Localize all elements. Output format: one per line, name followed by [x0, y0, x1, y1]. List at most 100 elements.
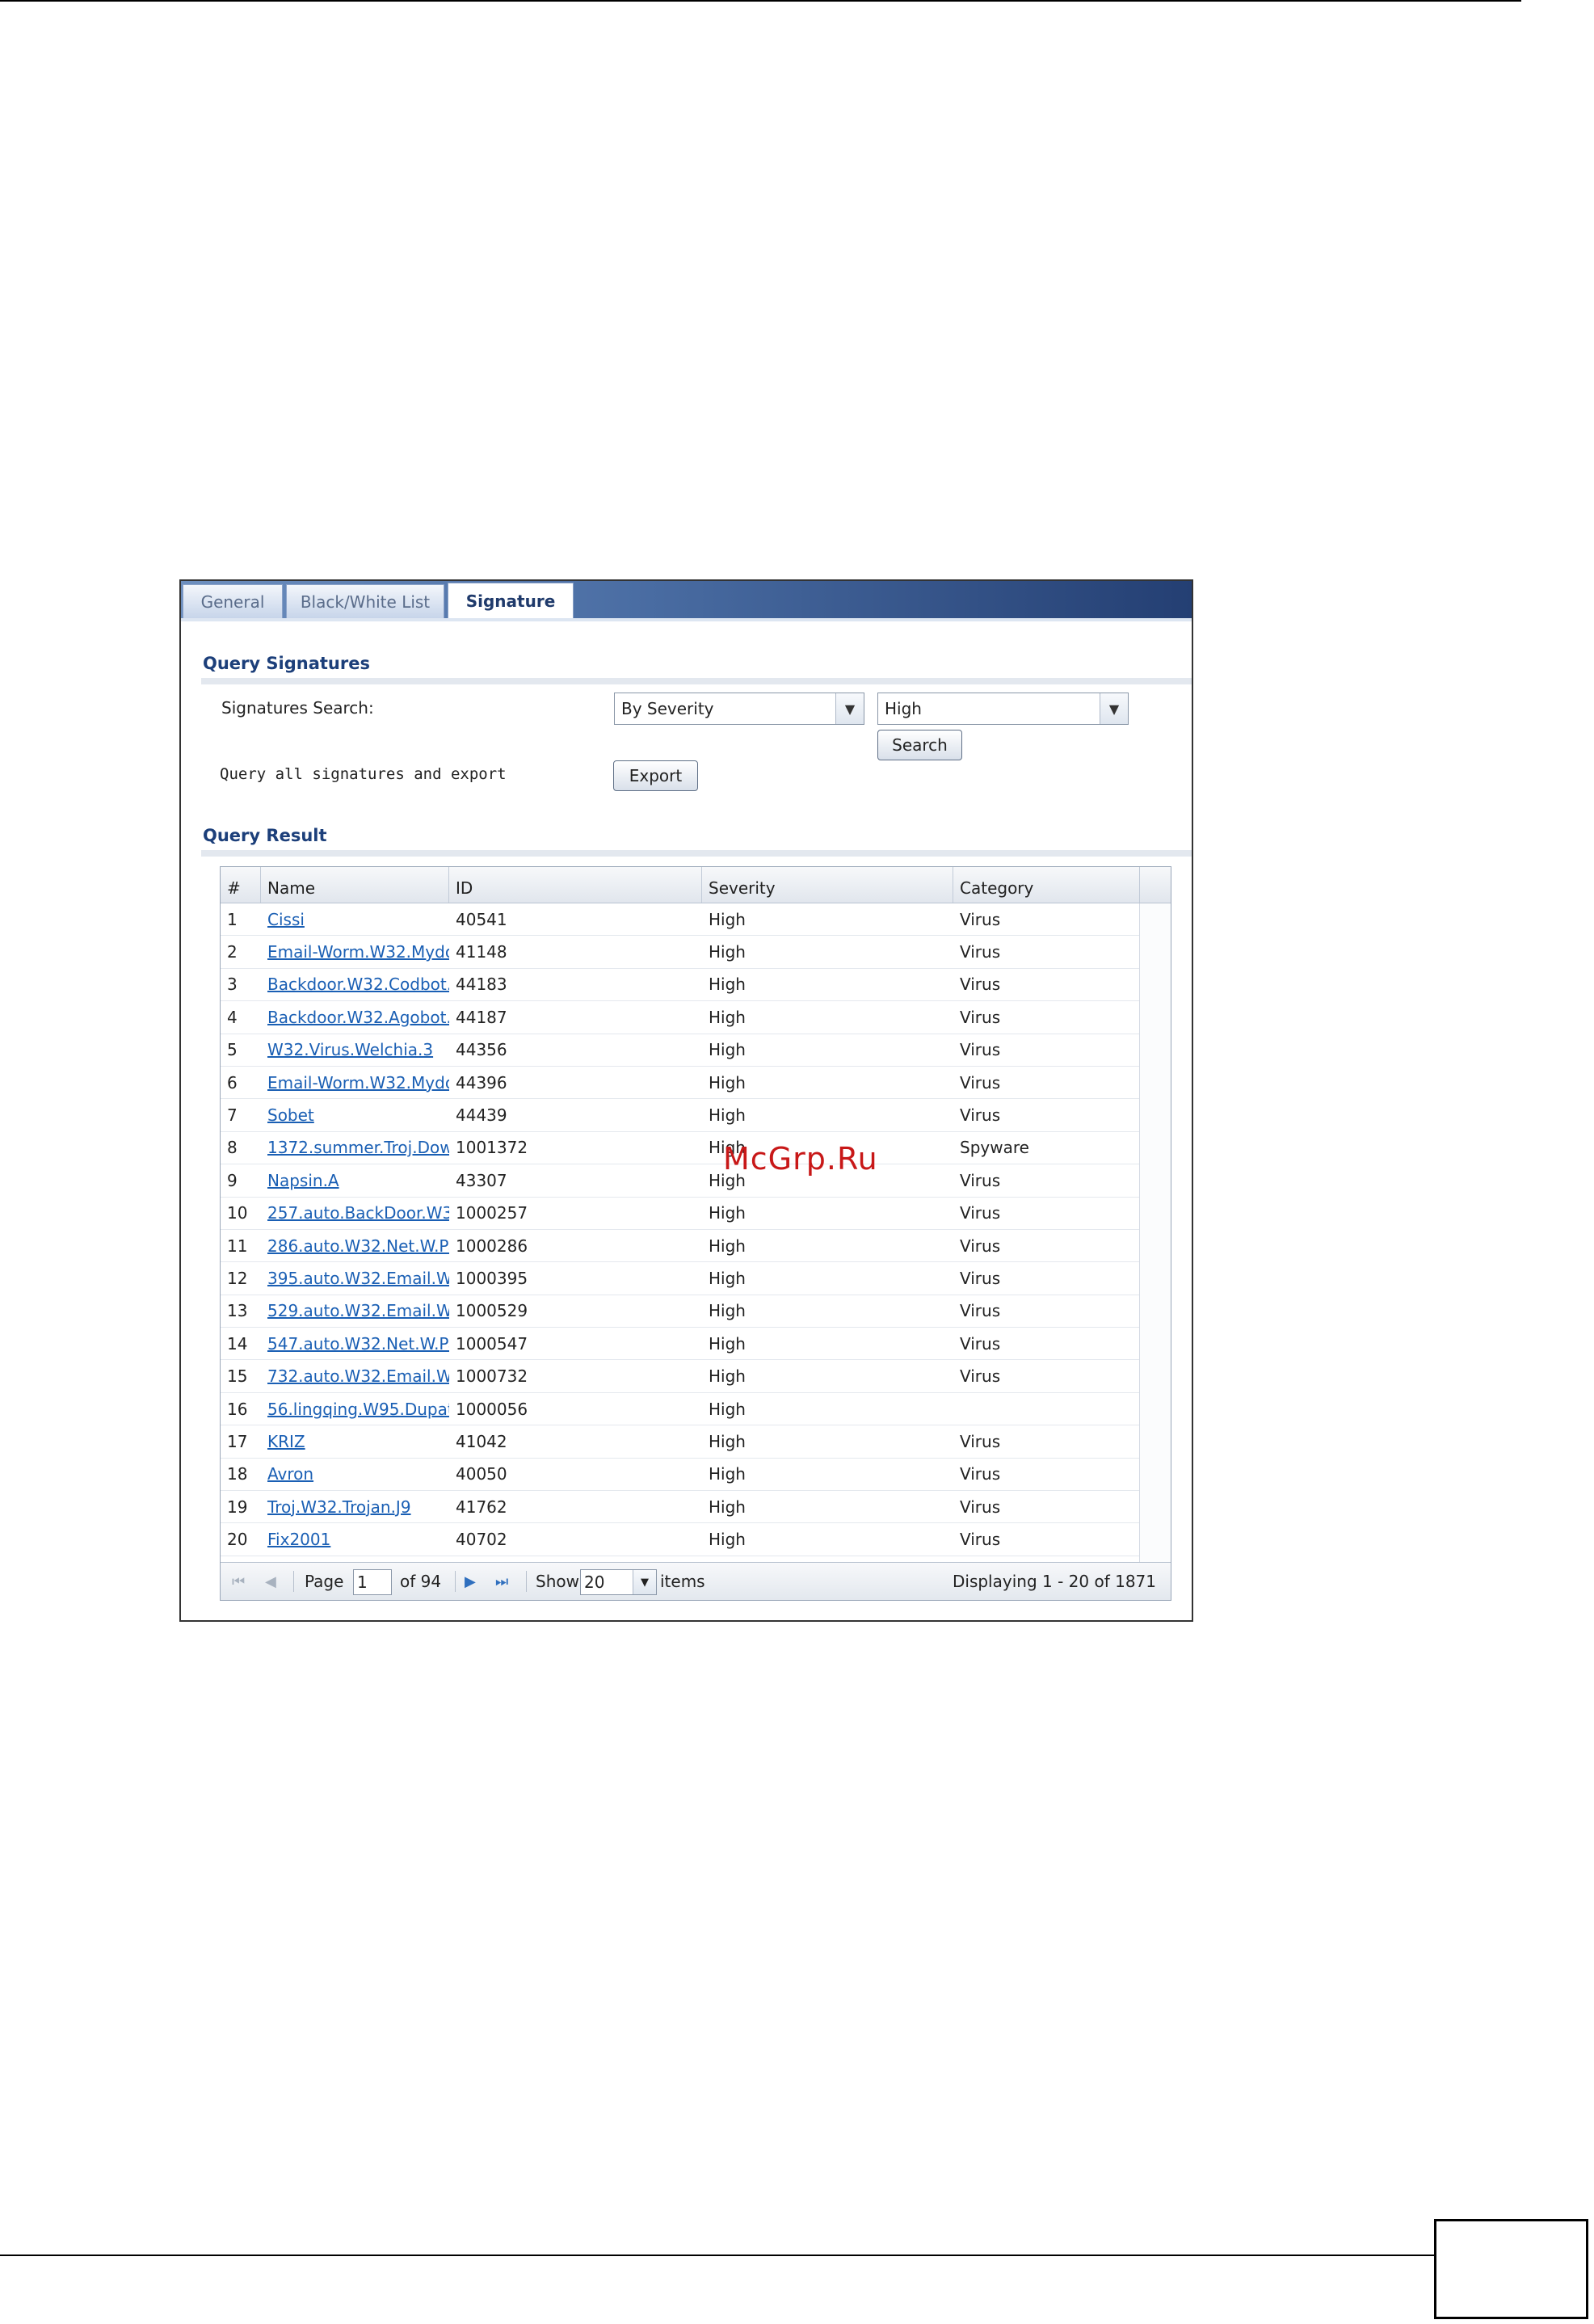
table-row[interactable]: 6 Email-Worm.W32.Mydoom 44396 High Virus: [221, 1067, 1140, 1100]
cell-category: Virus: [960, 1366, 1001, 1387]
cell-id: 41762: [456, 1497, 507, 1517]
column-header-name[interactable]: Name: [261, 867, 449, 903]
signature-name-link[interactable]: W32.Virus.Welchia.3: [267, 1040, 433, 1059]
cell-category: Virus: [960, 1040, 1001, 1060]
table-row[interactable]: 2 Email-Worm.W32.Mydoom 41148 High Virus: [221, 936, 1140, 969]
chevron-down-icon[interactable]: ▼: [835, 693, 864, 724]
table-row[interactable]: 19 Troj.W32.Trojan.J9 41762 High Virus: [221, 1491, 1140, 1524]
signature-name-link[interactable]: Napsin.A: [267, 1171, 339, 1190]
cell-num: 8: [227, 1138, 238, 1158]
cell-num: 16: [227, 1399, 248, 1419]
table-row[interactable]: 81372.summer.Troj.Downloader1001372HighS…: [221, 1132, 1140, 1165]
column-header-num[interactable]: #: [221, 867, 261, 903]
signature-name-link[interactable]: Backdoor.W32.Agobot.6: [267, 1008, 449, 1027]
last-page-icon[interactable]: ⏭: [495, 1563, 508, 1600]
cell-id: 1000529: [456, 1301, 528, 1321]
table-row[interactable]: 10 257.auto.BackDoor.W32 1000257 High Virus: [221, 1198, 1140, 1230]
cell-category: Spyware: [960, 1138, 1029, 1158]
signature-name-link[interactable]: 547.auto.W32.Net.W.Pa: [267, 1334, 449, 1354]
cell-id: 44183: [456, 975, 507, 995]
table-row[interactable]: 12 395.auto.W32.Email.W.M 1000395 High Virus: [221, 1262, 1140, 1295]
signature-name-link[interactable]: Sobet: [267, 1105, 314, 1125]
watermark-text: McGrp.Ru: [723, 1141, 878, 1177]
column-header-category[interactable]: Category: [953, 867, 1140, 903]
signature-name-link[interactable]: Cissi: [267, 910, 305, 929]
tab-general[interactable]: General: [183, 584, 283, 618]
signature-name-link[interactable]: 56.lingqing.W95.Dupator: [267, 1400, 449, 1419]
vertical-scrollbar[interactable]: [1139, 903, 1171, 1564]
signature-name-link[interactable]: 732.auto.W32.Email.W.E: [267, 1366, 449, 1386]
export-button[interactable]: Export: [613, 760, 698, 791]
cell-num: 9: [227, 1170, 238, 1190]
cell-num: 19: [227, 1497, 248, 1517]
tab-signature[interactable]: Signature: [448, 583, 574, 618]
signature-name-link[interactable]: KRIZ: [267, 1432, 305, 1451]
cell-name: Fix2001: [261, 1523, 449, 1555]
tab-black-white-list[interactable]: Black/White List: [286, 584, 444, 618]
table-row[interactable]: 13 529.auto.W32.Email.W.E 1000529 High Virus: [221, 1295, 1140, 1328]
footer-rule: [0, 2255, 1434, 2256]
table-row[interactable]: 15 732.auto.W32.Email.W.E 1000732 High Virus: [221, 1360, 1140, 1393]
grid-rows: 1 Cissi 40541 High Virus 2 Email-Worm.W32.Mydo…: [221, 903, 1140, 1556]
page-count-label: of 94: [400, 1572, 442, 1591]
table-row[interactable]: 20 Fix2001 40702 High Virus: [221, 1523, 1140, 1556]
displaying-count: Displaying 1 - 20 of 1871: [952, 1572, 1156, 1591]
chevron-down-icon[interactable]: ▼: [1100, 693, 1128, 724]
table-row[interactable]: 5 W32.Virus.Welchia.3 44356 High Virus: [221, 1034, 1140, 1067]
cell-num: 6: [227, 1072, 238, 1093]
column-header-severity[interactable]: Severity: [702, 867, 953, 903]
table-row[interactable]: 18 Avron 40050 High Virus: [221, 1459, 1140, 1492]
cell-name: Troj.W32.Trojan.J9: [261, 1491, 449, 1522]
page-number-input[interactable]: 1: [353, 1569, 392, 1595]
cell-num: 15: [227, 1366, 248, 1387]
chevron-down-icon[interactable]: ▼: [633, 1570, 656, 1594]
cell-category: Virus: [960, 1170, 1001, 1190]
signature-name-link[interactable]: Troj.W32.Trojan.J9: [267, 1497, 411, 1517]
cell-severity: High: [709, 1301, 746, 1321]
signature-name-link[interactable]: 286.auto.W32.Net.W.Pa: [267, 1236, 449, 1256]
signature-name-link[interactable]: Email-Worm.W32.Mydoom: [267, 942, 449, 962]
first-page-icon[interactable]: ⏮: [232, 1563, 245, 1600]
cell-id: 1000547: [456, 1333, 528, 1354]
section-divider: [201, 678, 1192, 684]
table-row[interactable]: 11 286.auto.W32.Net.W.Pa 1000286 High Virus: [221, 1230, 1140, 1263]
cell-severity: High: [709, 1431, 746, 1451]
signature-name-link[interactable]: 257.auto.BackDoor.W32: [267, 1203, 449, 1223]
table-row[interactable]: 3 Backdoor.W32.Codbot.1 44183 High Virus: [221, 969, 1140, 1002]
cell-id: 41148: [456, 942, 507, 962]
cell-id: 44396: [456, 1072, 507, 1093]
table-row[interactable]: 9 Napsin.A 43307 High Virus: [221, 1164, 1140, 1198]
table-row[interactable]: 4 Backdoor.W32.Agobot.6 44187 High Virus: [221, 1001, 1140, 1034]
page-number-box: [1434, 2219, 1588, 2319]
cell-num: 12: [227, 1268, 248, 1288]
cell-category: Virus: [960, 1333, 1001, 1354]
page-size-select[interactable]: 20 ▼: [580, 1569, 657, 1595]
cell-severity: High: [709, 1464, 746, 1484]
cell-name: 56.lingqing.W95.Dupator: [261, 1393, 449, 1425]
cell-id: 1000286: [456, 1236, 528, 1256]
table-row[interactable]: 7 Sobet 44439 High Virus: [221, 1099, 1140, 1132]
previous-page-icon[interactable]: ◀: [265, 1563, 276, 1600]
severity-select[interactable]: High ▼: [877, 693, 1129, 725]
table-row[interactable]: 1 Cissi 40541 High Virus: [221, 903, 1140, 937]
cell-id: 1001372: [456, 1138, 528, 1158]
table-row[interactable]: 14 547.auto.W32.Net.W.Pa 1000547 High Virus: [221, 1328, 1140, 1361]
signature-name-link[interactable]: 395.auto.W32.Email.W.M: [267, 1269, 449, 1288]
cell-name: 257.auto.BackDoor.W32: [261, 1198, 449, 1229]
cell-name: Backdoor.W32.Codbot.1: [261, 969, 449, 1000]
column-header-id[interactable]: ID: [449, 867, 702, 903]
signature-name-link[interactable]: Email-Worm.W32.Mydoom: [267, 1073, 449, 1093]
signature-name-link[interactable]: 1372.summer.Troj.Downloader: [267, 1138, 449, 1157]
cell-num: 11: [227, 1236, 248, 1256]
search-by-select[interactable]: By Severity ▼: [614, 693, 864, 725]
signature-name-link[interactable]: Avron: [267, 1464, 313, 1484]
cell-category: Virus: [960, 1497, 1001, 1517]
search-button[interactable]: Search: [877, 730, 962, 760]
signature-name-link[interactable]: Fix2001: [267, 1530, 330, 1549]
signature-name-link[interactable]: 529.auto.W32.Email.W.E: [267, 1301, 449, 1320]
next-page-icon[interactable]: ▶: [465, 1563, 476, 1600]
signature-name-link[interactable]: Backdoor.W32.Codbot.1: [267, 975, 449, 994]
cell-num: 3: [227, 975, 238, 995]
table-row[interactable]: 16 56.lingqing.W95.Dupator 1000056 High: [221, 1393, 1140, 1426]
table-row[interactable]: 17 KRIZ 41042 High Virus: [221, 1425, 1140, 1459]
